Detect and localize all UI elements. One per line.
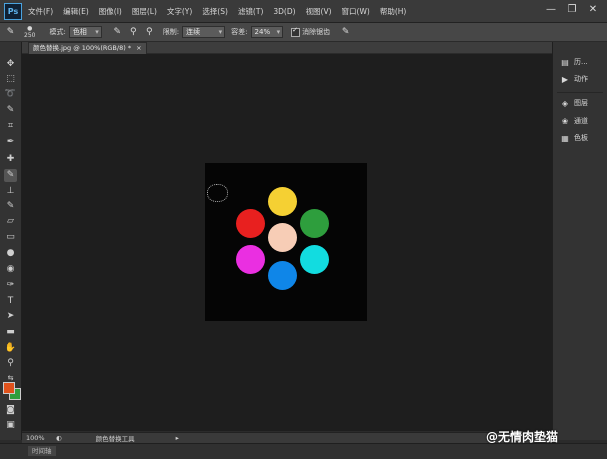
yellow-circle <box>268 187 297 216</box>
sampling-continuous-icon[interactable]: ✎ <box>112 27 123 38</box>
color-replace-tool-icon[interactable]: ✎ <box>4 169 17 182</box>
antialias-checkbox-group[interactable]: 消除锯齿 <box>291 26 331 37</box>
cyan-circle <box>300 245 329 274</box>
menu-help[interactable]: 帮助(H) <box>380 6 407 17</box>
lasso-tool-icon[interactable]: ➰ <box>4 88 17 101</box>
menu-select[interactable]: 选择(S) <box>202 6 228 17</box>
type-tool-icon[interactable]: T <box>4 295 17 308</box>
history-icon: ▤ <box>561 57 569 67</box>
swatches-icon: ▦ <box>561 133 569 143</box>
brush-picker[interactable]: ● 250 <box>24 25 35 39</box>
brush-dot-icon: ● <box>27 25 33 32</box>
red-circle <box>236 209 265 238</box>
panel-layers[interactable]: ◈ 图层 <box>560 97 588 109</box>
eyedropper-tool-icon[interactable]: ✒ <box>4 136 17 149</box>
panel-layers-label: 图层 <box>574 99 588 107</box>
panel-channels-label: 通道 <box>574 117 588 125</box>
move-tool-icon[interactable]: ✥ <box>4 58 17 71</box>
timeline-tab[interactable]: 时间轴 <box>28 446 56 456</box>
zoom-tool-icon[interactable]: ⚲ <box>4 357 17 370</box>
screen-mode-icon[interactable]: ▣ <box>4 419 17 432</box>
menu-layer[interactable]: 图层(L) <box>132 6 157 17</box>
menu-edit[interactable]: 编辑(E) <box>63 6 89 17</box>
dodge-tool-icon[interactable]: ◉ <box>4 263 17 276</box>
blur-tool-icon[interactable]: ● <box>4 247 17 260</box>
panel-swatches[interactable]: ▦ 色板 <box>560 132 588 144</box>
layers-icon: ◈ <box>561 98 569 108</box>
panel-actions-label: 动作 <box>574 75 588 83</box>
photoshop-logo: Ps <box>4 3 22 20</box>
restore-button[interactable]: ❐ <box>566 4 578 16</box>
blue-circle <box>268 261 297 290</box>
panel-channels[interactable]: ❀ 通道 <box>560 115 588 127</box>
channels-icon: ❀ <box>561 116 569 126</box>
menu-bar: Ps 文件(F) 编辑(E) 图像(I) 图层(L) 文字(Y) 选择(S) 滤… <box>0 0 607 23</box>
tolerance-label: 容差: <box>231 28 248 36</box>
menu-window[interactable]: 窗口(W) <box>342 6 370 17</box>
close-tab-icon[interactable]: × <box>136 44 141 52</box>
panel-history-label: 历... <box>574 58 588 66</box>
panel-history[interactable]: ▤ 历... <box>560 56 588 68</box>
limit-select[interactable]: 连续 <box>182 26 226 38</box>
antialias-checkbox[interactable] <box>291 26 301 37</box>
tool-preset-icon[interactable]: ✎ <box>5 27 16 38</box>
healing-tool-icon[interactable]: ✚ <box>4 153 17 166</box>
stamp-tool-icon[interactable]: ⊥ <box>4 185 17 198</box>
pen-tool-icon[interactable]: ✑ <box>4 279 17 292</box>
sampling-swatch-icon[interactable]: ⚲ <box>144 27 155 38</box>
document-tab-title: 颜色替换.jpg @ 100%(RGB/8) * <box>33 44 132 52</box>
pressure-icon[interactable]: ✎ <box>340 27 351 38</box>
sampling-once-icon[interactable]: ⚲ <box>128 27 139 38</box>
history-brush-tool-icon[interactable]: ✎ <box>4 200 17 213</box>
right-panel-dock: ▤ 历... ▶ 动作 ◈ 图层 ❀ 通道 ▦ 色板 <box>552 42 607 440</box>
menu-list: 文件(F) 编辑(E) 图像(I) 图层(L) 文字(Y) 选择(S) 滤镜(T… <box>28 0 416 22</box>
actions-icon: ▶ <box>561 74 569 84</box>
menu-filter[interactable]: 滤镜(T) <box>238 6 263 17</box>
tolerance-field[interactable]: 24% <box>250 26 284 38</box>
zoom-level[interactable]: 100% <box>26 434 52 442</box>
menu-file[interactable]: 文件(F) <box>28 6 53 17</box>
eraser-tool-icon[interactable]: ▱ <box>4 215 17 228</box>
status-menu-arrow-icon[interactable]: ▸ <box>176 434 179 442</box>
antialias-label: 消除锯齿 <box>302 28 331 36</box>
magenta-circle <box>236 245 265 274</box>
panel-swatches-label: 色板 <box>574 134 588 142</box>
brush-size-value: 250 <box>24 32 36 39</box>
peach-circle <box>268 223 297 252</box>
options-bar: ✎ ● 250 模式: 色相 ✎ ⚲ ⚲ 限制: 连续 容差: 24% 消除锯齿… <box>0 23 607 42</box>
menu-3d[interactable]: 3D(D) <box>273 7 295 16</box>
crop-tool-icon[interactable]: ⌗ <box>4 120 17 133</box>
mode-label: 模式: <box>49 28 66 36</box>
limit-label: 限制: <box>162 28 180 36</box>
watermark: @无情肉垫猫 <box>486 430 559 444</box>
menu-type[interactable]: 文字(Y) <box>167 6 192 17</box>
close-button[interactable]: ✕ <box>587 4 599 16</box>
tools-panel: ✥ ⬚ ➰ ✎ ⌗ ✒ ✚ ✎ ⊥ ✎ ▱ ▭ ● ◉ ✑ T ➤ ▬ ✋ ⚲ … <box>0 42 22 440</box>
hand-tool-icon[interactable]: ✋ <box>4 342 17 355</box>
menu-view[interactable]: 视图(V) <box>306 6 332 17</box>
gradient-tool-icon[interactable]: ▭ <box>4 231 17 244</box>
document-canvas[interactable] <box>205 163 367 321</box>
shape-tool-icon[interactable]: ▬ <box>4 326 17 339</box>
status-info-icon[interactable]: ◐ <box>56 434 62 442</box>
quick-select-tool-icon[interactable]: ✎ <box>4 104 17 117</box>
status-bar: 100% ◐ 颜色替换工具 ▸ <box>22 432 552 443</box>
document-tab[interactable]: 颜色替换.jpg @ 100%(RGB/8) * × <box>28 42 147 54</box>
path-select-tool-icon[interactable]: ➤ <box>4 310 17 323</box>
foreground-color-swatch[interactable] <box>3 382 15 394</box>
marquee-tool-icon[interactable]: ⬚ <box>4 73 17 86</box>
mode-select[interactable]: 色相 <box>68 26 102 38</box>
panel-separator <box>557 92 603 93</box>
document-tab-bar: 颜色替换.jpg @ 100%(RGB/8) * × <box>22 42 552 54</box>
brush-cursor <box>207 184 228 202</box>
minimize-button[interactable]: — <box>545 4 557 16</box>
menu-image[interactable]: 图像(I) <box>99 6 122 17</box>
current-tool-name: 颜色替换工具 <box>95 435 135 443</box>
quick-mask-icon[interactable]: ◙ <box>4 404 17 417</box>
panel-actions[interactable]: ▶ 动作 <box>560 73 588 85</box>
green-circle <box>300 209 329 238</box>
bottom-panel-bar: 时间轴 <box>0 443 607 459</box>
